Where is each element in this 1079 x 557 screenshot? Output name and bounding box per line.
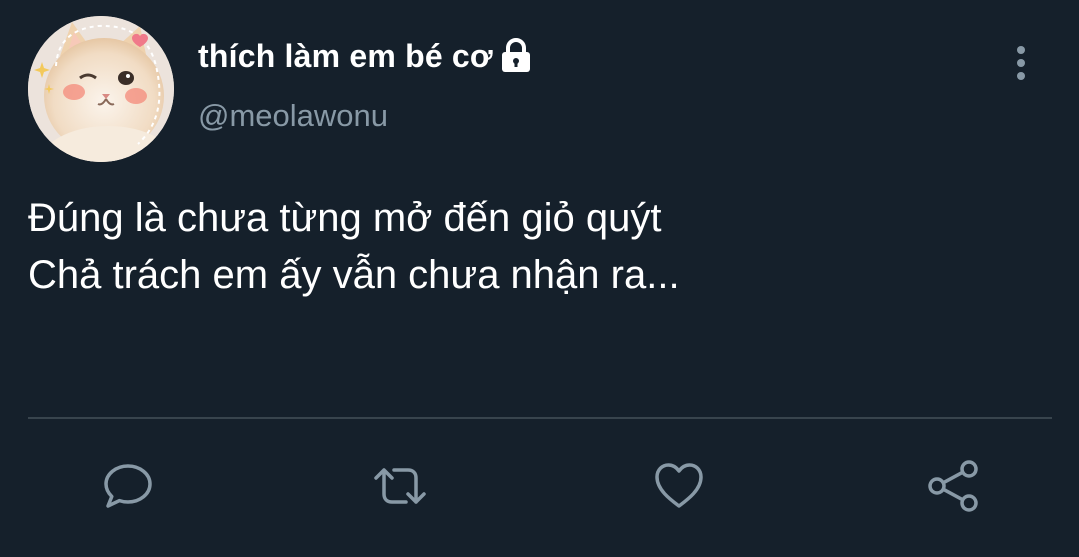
- share-button[interactable]: [926, 458, 982, 514]
- reply-icon: [104, 464, 152, 508]
- reply-button[interactable]: [100, 458, 156, 514]
- avatar[interactable]: [28, 16, 174, 162]
- lock-icon: [497, 37, 535, 75]
- handle[interactable]: @meolawonu: [198, 98, 388, 134]
- like-button[interactable]: [651, 458, 707, 514]
- cat-avatar-icon: [28, 16, 174, 162]
- tweet-card: thích làm em bé cơ @meolawonu Đúng là ch…: [0, 0, 1079, 557]
- tweet-text-line-1: Đúng là chưa từng mở đến giỏ quýt: [28, 196, 662, 240]
- tweet-text-line-2: Chả trách em ấy vẫn chưa nhận ra...: [28, 253, 680, 297]
- share-icon: [928, 460, 978, 512]
- more-vertical-icon[interactable]: [1006, 42, 1036, 86]
- retweet-button[interactable]: [372, 458, 428, 514]
- display-name-row: thích làm em bé cơ: [198, 36, 535, 76]
- heart-icon: [655, 463, 703, 508]
- retweet-icon: [374, 468, 426, 504]
- tweet-text: Đúng là chưa từng mở đến giỏ quýt Chả tr…: [28, 190, 1038, 304]
- divider: [28, 417, 1052, 419]
- display-name[interactable]: thích làm em bé cơ: [198, 38, 493, 75]
